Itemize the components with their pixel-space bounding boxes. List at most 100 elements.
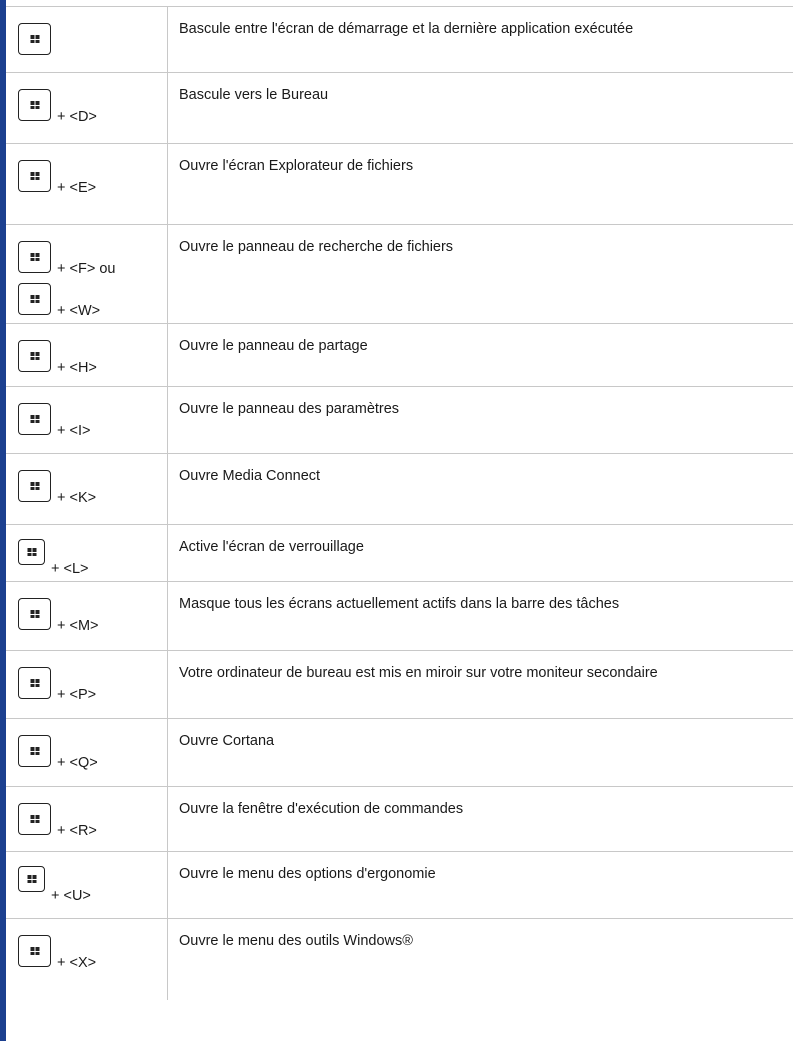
table-row: + <F> ou + <W> Ouvre le panneau de recherc… — [6, 225, 793, 324]
windows-logo-icon — [30, 815, 39, 823]
shortcut-keys-cell: + <Q> — [6, 719, 168, 786]
shortcut-keys-cell: + <L> — [6, 525, 168, 581]
windows-logo-icon — [30, 295, 39, 303]
table-row: + <L> Active l'écran de verrouillage — [6, 525, 793, 582]
shortcut-description: Bascule entre l'écran de démarrage et la… — [179, 21, 634, 37]
key-suffix: + <I> — [57, 423, 91, 439]
shortcut-keys-cell: + <F> ou + <W> — [6, 225, 168, 323]
shortcut-keys-cell: + <K> — [6, 454, 168, 524]
key-combo: + <Q> — [18, 733, 167, 771]
windows-key-icon — [18, 539, 45, 565]
table-row: + <M> Masque tous les écrans actuellement… — [6, 582, 793, 651]
table-row: + <X> Ouvre le menu des outils Windows® — [6, 919, 793, 1000]
windows-key-icon — [18, 340, 51, 372]
shortcut-description: Ouvre le panneau des paramètres — [179, 401, 400, 417]
table-row: + <E> Ouvre l'écran Explorateur de fichie… — [6, 144, 793, 225]
windows-logo-icon — [30, 610, 39, 618]
key-suffix: + <H> — [57, 360, 97, 376]
windows-key-icon — [18, 866, 45, 892]
key-combo: + <W> — [18, 281, 167, 319]
key-combo: + <M> — [18, 596, 167, 634]
windows-key-icon — [18, 23, 51, 55]
shortcut-table: Bascule entre l'écran de démarrage et la… — [6, 6, 793, 1042]
windows-logo-icon — [30, 679, 39, 687]
table-row: + <K> Ouvre Media Connect — [6, 454, 793, 525]
windows-key-icon — [18, 403, 51, 435]
table-row: Bascule entre l'écran de démarrage et la… — [6, 7, 793, 73]
table-row: + <Q> Ouvre Cortana — [6, 719, 793, 787]
table-row: + <D> Bascule vers le Bureau — [6, 73, 793, 144]
shortcut-description: Masque tous les écrans actuellement acti… — [179, 596, 620, 612]
table-row: + <U> Ouvre le menu des options d'ergonom… — [6, 852, 793, 919]
key-combo: + <X> — [18, 933, 167, 971]
windows-logo-icon — [30, 352, 39, 360]
shortcut-description: Ouvre le menu des options d'ergonomie — [179, 866, 436, 882]
shortcut-description: Ouvre la fenêtre d'exécution de commande… — [179, 801, 464, 817]
windows-logo-icon — [30, 482, 39, 490]
shortcut-keys-cell: + <I> — [6, 387, 168, 453]
key-combo: + <E> — [18, 158, 167, 196]
key-combo: + <K> — [18, 468, 167, 506]
shortcut-description: Votre ordinateur de bureau est mis en mi… — [179, 665, 658, 681]
key-combo: + <H> — [18, 338, 167, 376]
table-row: + <P> Votre ordinateur de bureau est mis … — [6, 651, 793, 719]
shortcut-description: Ouvre le menu des outils Windows® — [179, 933, 413, 949]
windows-key-icon — [18, 89, 51, 121]
key-suffix: + <M> — [57, 618, 99, 634]
windows-key-icon — [18, 283, 51, 315]
windows-key-icon — [18, 598, 51, 630]
shortcut-keys-cell: + <P> — [6, 651, 168, 718]
shortcut-keys-cell: + <U> — [6, 852, 168, 918]
key-combo: + <D> — [18, 87, 167, 125]
windows-logo-icon — [30, 35, 39, 43]
key-combo: + <L> — [18, 539, 167, 577]
table-row: + <I> Ouvre le panneau des paramètres — [6, 387, 793, 454]
page: Bascule entre l'écran de démarrage et la… — [0, 0, 793, 1041]
shortcut-keys-cell: + <M> — [6, 582, 168, 650]
key-suffix: + <R> — [57, 823, 97, 839]
shortcut-description: Ouvre l'écran Explorateur de fichiers — [179, 158, 414, 174]
windows-key-icon — [18, 667, 51, 699]
windows-logo-icon — [30, 747, 39, 755]
key-combo: + <R> — [18, 801, 167, 839]
key-suffix: + <U> — [51, 888, 91, 904]
shortcut-description: Bascule vers le Bureau — [179, 87, 329, 103]
windows-key-icon — [18, 803, 51, 835]
windows-logo-icon — [30, 253, 39, 261]
key-suffix: + <W> — [57, 303, 101, 319]
shortcut-description: Active l'écran de verrouillage — [179, 539, 364, 555]
key-combo: + <I> — [18, 401, 167, 439]
shortcut-description: Ouvre Cortana — [179, 733, 275, 749]
windows-logo-icon — [27, 875, 36, 883]
key-combo: + <F> ou — [18, 239, 167, 277]
table-row: + <H> Ouvre le panneau de partage — [6, 324, 793, 387]
key-suffix: + <D> — [57, 109, 97, 125]
windows-key-icon — [18, 735, 51, 767]
windows-key-icon — [18, 470, 51, 502]
windows-key-icon — [18, 160, 51, 192]
shortcut-description: Ouvre le panneau de partage — [179, 338, 368, 354]
key-suffix: + <K> — [57, 490, 97, 506]
key-combo: + <U> — [18, 866, 167, 904]
shortcut-keys-cell: + <R> — [6, 787, 168, 851]
shortcut-description: Ouvre le panneau de recherche de fichier… — [179, 239, 454, 255]
windows-logo-icon — [30, 947, 39, 955]
windows-logo-icon — [30, 101, 39, 109]
shortcut-keys-cell: + <D> — [6, 73, 168, 143]
table-row: + <R> Ouvre la fenêtre d'exécution de com… — [6, 787, 793, 852]
key-suffix: + <L> — [51, 561, 89, 577]
key-suffix: + <Q> — [57, 755, 98, 771]
key-suffix: + <F> ou — [57, 261, 116, 277]
shortcut-keys-cell: + <X> — [6, 919, 168, 1000]
key-suffix: + <X> — [57, 955, 97, 971]
windows-logo-icon — [30, 415, 39, 423]
shortcut-keys-cell: + <E> — [6, 144, 168, 224]
key-suffix: + <P> — [57, 687, 97, 703]
key-combo — [18, 21, 167, 55]
key-combo: + <P> — [18, 665, 167, 703]
shortcut-keys-cell — [6, 7, 168, 72]
windows-logo-icon — [27, 548, 36, 556]
shortcut-description: Ouvre Media Connect — [179, 468, 321, 484]
windows-logo-icon — [30, 172, 39, 180]
key-suffix: + <E> — [57, 180, 97, 196]
